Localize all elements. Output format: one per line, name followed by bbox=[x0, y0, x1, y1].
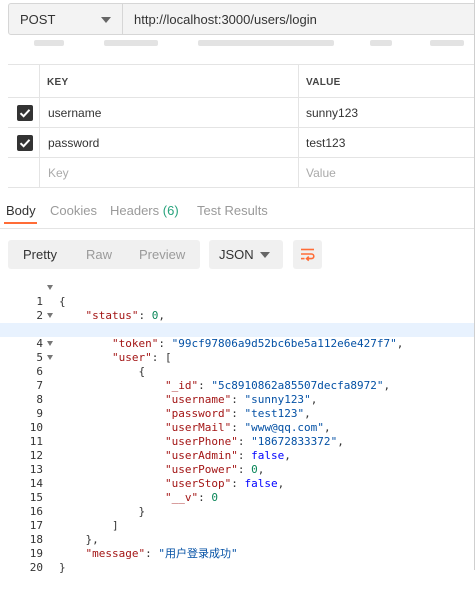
wrap-lines-button[interactable] bbox=[293, 240, 322, 269]
code-line: 7 "_id": "5c8910862a85507decfa8972", bbox=[36, 379, 391, 392]
tab-headers[interactable]: Headers (6) bbox=[110, 203, 179, 218]
code-line: 9 "password": "test123", bbox=[36, 407, 311, 420]
chevron-down-icon bbox=[101, 17, 111, 23]
format-label: JSON bbox=[219, 247, 254, 262]
code-line: 11 "userPhone": "18672833372", bbox=[29, 435, 344, 448]
code-line: 19 "message": "用户登录成功" bbox=[29, 547, 238, 560]
value-column-header: VALUE bbox=[306, 77, 341, 88]
format-select[interactable]: JSON bbox=[209, 240, 283, 269]
divider bbox=[0, 228, 475, 229]
new-value-input[interactable]: Value bbox=[306, 166, 336, 180]
method-select[interactable]: POST bbox=[8, 3, 123, 35]
fold-arrow-icon[interactable] bbox=[47, 285, 53, 290]
code-line: 1{ bbox=[0, 281, 475, 308]
active-tab-indicator bbox=[4, 222, 37, 224]
url-input[interactable]: http://localhost:3000/users/login bbox=[123, 3, 475, 35]
code-line-highlighted: 4 "token": "99cf97806a9d52bc6be5a112e6e4… bbox=[0, 323, 475, 350]
code-line: 15 "__v": 0 bbox=[29, 491, 218, 504]
code-line: 20} bbox=[29, 561, 66, 574]
param-checkbox-password[interactable] bbox=[17, 135, 33, 151]
param-row: password test123 bbox=[8, 128, 475, 158]
key-column-header: KEY bbox=[47, 77, 69, 88]
code-line: 3 "data": { bbox=[0, 309, 475, 336]
code-line: 8 "username": "sunny123", bbox=[36, 393, 318, 406]
tab-headers-label: Headers bbox=[110, 203, 160, 218]
response-body-viewer[interactable]: 1{ 2 "status": 0, 3 "data": { 4 "token":… bbox=[0, 281, 475, 574]
tab-test-results[interactable]: Test Results bbox=[197, 203, 268, 218]
preview-button[interactable]: Preview bbox=[139, 247, 185, 262]
params-table: KEY VALUE username sunny123 password tes… bbox=[8, 64, 475, 188]
headers-count-badge: (6) bbox=[162, 203, 179, 218]
param-value[interactable]: test123 bbox=[306, 136, 345, 150]
code-line: 2 "status": 0, bbox=[36, 309, 165, 322]
view-mode-group: Pretty Raw Preview bbox=[8, 240, 200, 269]
request-bar: POST http://localhost:3000/users/login bbox=[0, 0, 475, 38]
fold-arrow-icon[interactable] bbox=[47, 341, 53, 346]
param-row: username sunny123 bbox=[8, 98, 475, 128]
code-line: 10 "userMail": "www@qq.com", bbox=[29, 421, 331, 434]
param-key[interactable]: password bbox=[48, 136, 99, 150]
code-line: 18 }, bbox=[29, 533, 99, 546]
param-checkbox-username[interactable] bbox=[17, 105, 33, 121]
response-tabs: Body Cookies Headers (6) Test Results bbox=[0, 198, 475, 228]
chevron-down-icon bbox=[260, 252, 270, 258]
code-line: 12 "userAdmin": false, bbox=[29, 449, 291, 462]
code-line: 17 ] bbox=[29, 519, 119, 532]
tab-cookies[interactable]: Cookies bbox=[50, 203, 97, 218]
check-icon bbox=[19, 139, 31, 148]
pretty-button[interactable]: Pretty bbox=[23, 247, 57, 262]
code-line: 5 "user": [ bbox=[0, 337, 475, 364]
check-icon bbox=[19, 109, 31, 118]
code-line: 6 { bbox=[0, 351, 475, 378]
code-line: 14 "userStop": false, bbox=[29, 477, 285, 490]
raw-button[interactable]: Raw bbox=[86, 247, 112, 262]
code-line: 13 "userPower": 0, bbox=[29, 463, 265, 476]
request-tabs-cut-off bbox=[0, 38, 475, 50]
fold-arrow-icon[interactable] bbox=[47, 313, 53, 318]
tab-body[interactable]: Body bbox=[6, 203, 36, 218]
param-row-new: Key Value bbox=[8, 158, 475, 188]
fold-arrow-icon[interactable] bbox=[47, 355, 53, 360]
param-value[interactable]: sunny123 bbox=[306, 106, 358, 120]
code-line: 16 } bbox=[29, 505, 146, 518]
new-key-input[interactable]: Key bbox=[48, 166, 69, 180]
params-header-row: KEY VALUE bbox=[8, 64, 475, 98]
method-label: POST bbox=[20, 12, 56, 27]
param-key[interactable]: username bbox=[48, 106, 101, 120]
url-text: http://localhost:3000/users/login bbox=[134, 12, 317, 27]
wrap-lines-icon bbox=[301, 248, 315, 262]
